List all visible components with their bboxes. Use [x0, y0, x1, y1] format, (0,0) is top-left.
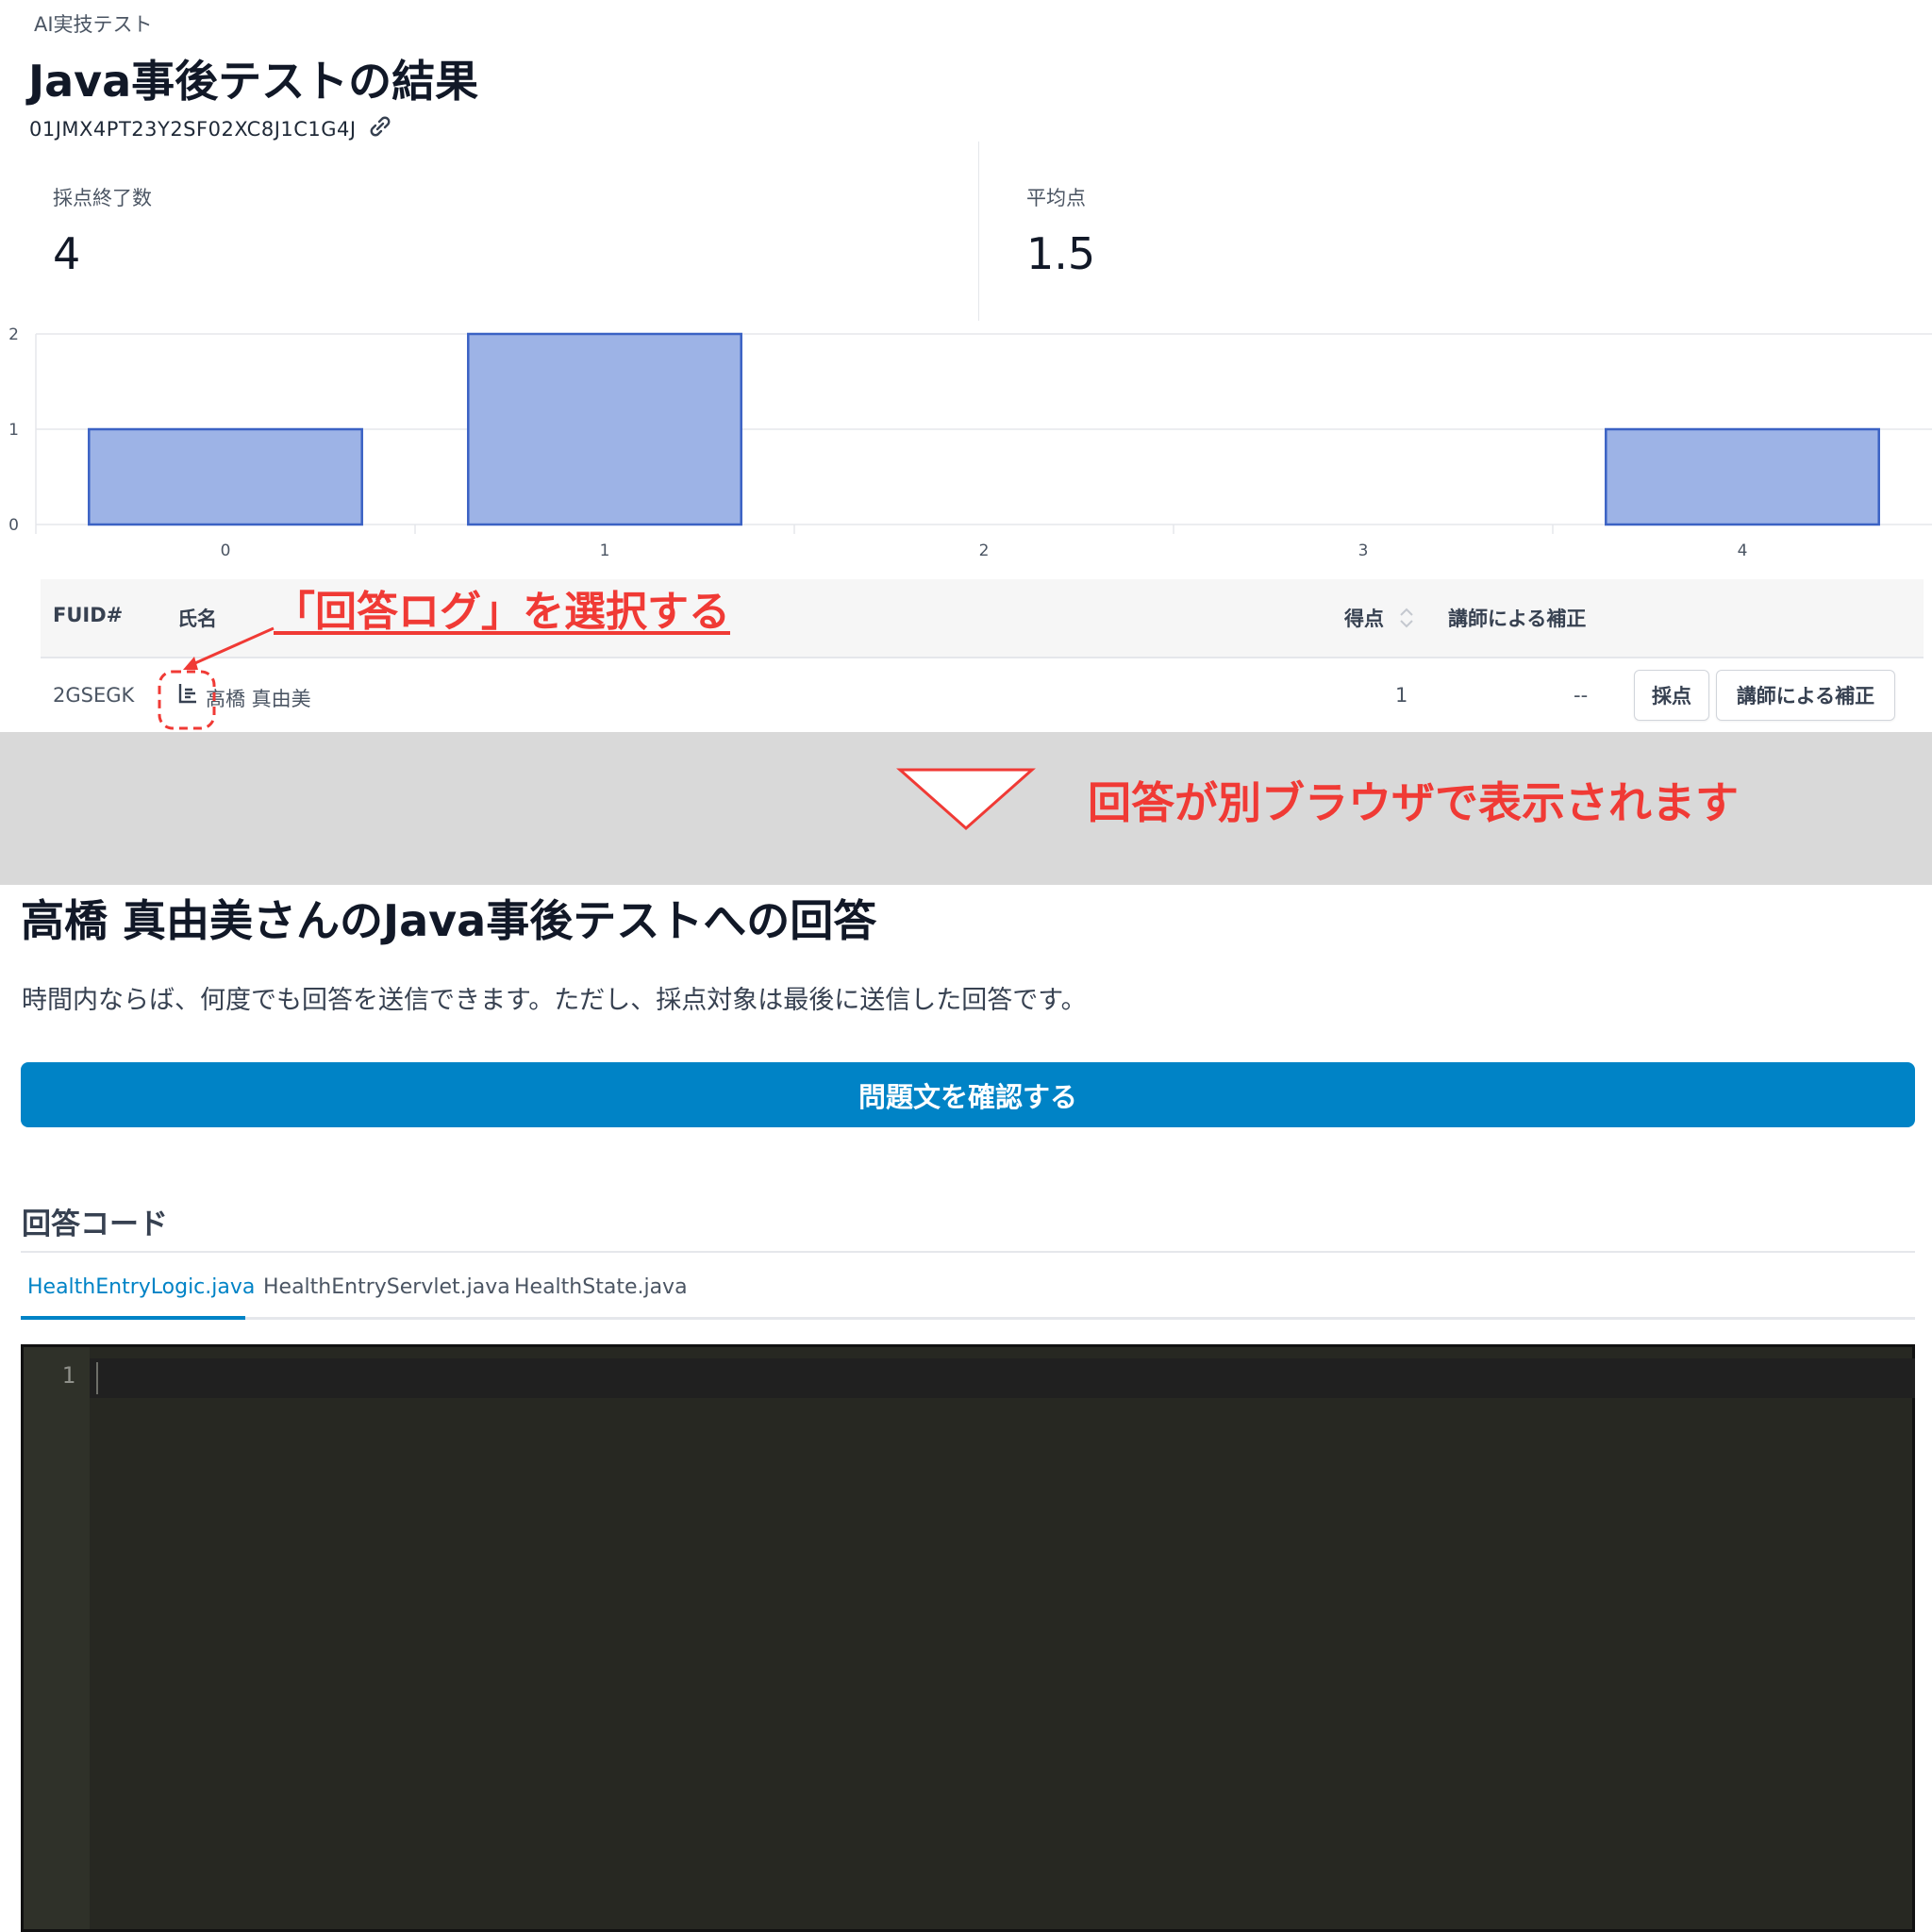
- line-number: 1: [61, 1362, 75, 1389]
- annotation-arrow-line: [188, 626, 275, 668]
- annotation-arrow-head: [183, 657, 198, 670]
- tab-healthentrylogic[interactable]: HealthEntryLogic.java: [27, 1275, 255, 1299]
- code-editor[interactable]: 1: [21, 1344, 1915, 1932]
- annotation-opens-browser: 回答が別ブラウザで表示されます: [1088, 777, 1739, 828]
- answer-description: 時間内ならば、何度でも回答を送信できます。ただし、採点対象は最後に送信した回答で…: [22, 986, 1087, 1015]
- editor-cursor: [96, 1362, 98, 1394]
- view-question-button[interactable]: 問題文を確認する: [21, 1062, 1915, 1127]
- annotation-overlay: [158, 626, 275, 730]
- editor-active-line: [90, 1358, 1915, 1398]
- editor-gutter: [24, 1347, 90, 1929]
- annotation-highlight-box: [158, 670, 216, 730]
- annotation-select-log: 「回答ログ」を選択する: [274, 588, 730, 636]
- tabs-underline: [21, 1317, 1915, 1320]
- active-tab-indicator: [21, 1316, 245, 1320]
- tab-healthstate[interactable]: HealthState.java: [514, 1275, 688, 1299]
- tab-healthentryservlet[interactable]: HealthEntryServlet.java: [263, 1275, 510, 1299]
- answer-page-title: 高橋 真由美さんのJava事後テストへの回答: [21, 895, 877, 946]
- heading-divider: [21, 1251, 1915, 1253]
- down-triangle-icon: [896, 768, 1036, 831]
- answer-code-heading: 回答コード: [22, 1208, 168, 1241]
